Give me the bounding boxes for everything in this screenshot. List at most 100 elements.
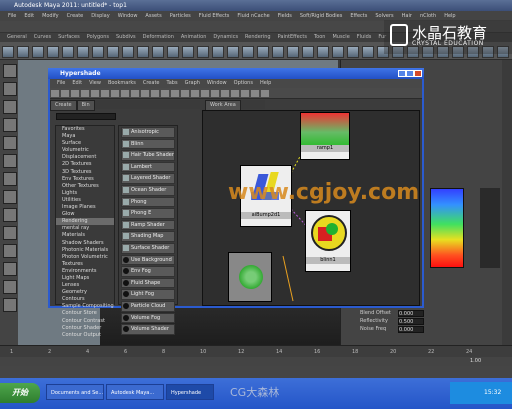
shelf-tool-icon[interactable]	[62, 46, 74, 58]
tree-item[interactable]: Lenses	[56, 282, 114, 289]
tree-item[interactable]: 2D Textures	[56, 161, 114, 168]
shelf-tab[interactable]: Dynamics	[213, 33, 238, 42]
create-node-item[interactable]: Light Fog	[121, 289, 175, 300]
toolbar-icon[interactable]	[221, 90, 229, 97]
tool-icon[interactable]	[3, 244, 17, 258]
taskbar-item[interactable]: Autodesk Maya...	[106, 384, 164, 400]
toolbar-icon[interactable]	[131, 90, 139, 97]
menu-item[interactable]: Fields	[278, 11, 292, 21]
attr-field[interactable]: 0.500	[398, 318, 424, 325]
range-slider[interactable]: 1.00	[0, 357, 512, 366]
node-texture[interactable]	[228, 252, 272, 302]
toolbar-icon[interactable]	[51, 90, 59, 97]
tree-item[interactable]: Sample Compositing	[56, 303, 114, 310]
close-icon[interactable]	[414, 70, 422, 77]
shelf-tab[interactable]: General	[7, 33, 27, 42]
toolbar-icon[interactable]	[261, 90, 269, 97]
create-node-item[interactable]: Hair Tube Shader	[121, 150, 175, 161]
shelf-tab[interactable]: Muscle	[332, 33, 349, 42]
menu-item[interactable]: Options	[234, 79, 253, 88]
menu-item[interactable]: Help	[260, 79, 271, 88]
start-button[interactable]: 开始	[0, 383, 40, 403]
menu-item[interactable]: Particles	[170, 11, 191, 21]
node-ramp[interactable]: ramp1	[300, 112, 350, 160]
create-node-item[interactable]: Lambert	[121, 161, 175, 173]
menu-item[interactable]: Soft/Rigid Bodies	[300, 11, 342, 21]
menu-item[interactable]: Edit	[24, 11, 34, 21]
shelf-tab[interactable]: Toon	[314, 33, 326, 42]
toolbar-icon[interactable]	[231, 90, 239, 97]
tree-item[interactable]: Photonic Materials	[56, 247, 114, 254]
toolbar-icon[interactable]	[61, 90, 69, 97]
toolbar-icon[interactable]	[201, 90, 209, 97]
shelf-tool-icon[interactable]	[167, 46, 179, 58]
tab-create[interactable]: Create	[50, 100, 77, 111]
toolbar-icon[interactable]	[71, 90, 79, 97]
shelf-tab[interactable]: Polygons	[87, 33, 109, 42]
tree-item[interactable]: Contour Output	[56, 332, 114, 339]
create-node-item[interactable]: Volume Shader	[121, 324, 175, 335]
create-node-item[interactable]: Phong	[121, 196, 175, 208]
shelf-tool-icon[interactable]	[287, 46, 299, 58]
toolbar-icon[interactable]	[241, 90, 249, 97]
toolbar-icon[interactable]	[161, 90, 169, 97]
tool-icon[interactable]	[3, 190, 17, 204]
shelf-tool-icon[interactable]	[107, 46, 119, 58]
shelf-tool-icon[interactable]	[92, 46, 104, 58]
shelf-tab[interactable]: Curves	[34, 33, 51, 42]
shelf-tool-icon[interactable]	[212, 46, 224, 58]
tool-icon[interactable]	[3, 262, 17, 276]
tree-item[interactable]: Glow	[56, 211, 114, 218]
tool-icon[interactable]	[3, 82, 17, 96]
menu-item[interactable]: File	[8, 11, 16, 21]
toolbar-icon[interactable]	[211, 90, 219, 97]
shelf-tab[interactable]: Rendering	[245, 33, 271, 42]
create-node-item[interactable]: Anisotropic	[121, 127, 175, 138]
tree-item[interactable]: Displacement	[56, 154, 114, 161]
tree-item[interactable]: Rendering	[56, 218, 114, 226]
maximize-icon[interactable]	[406, 70, 414, 77]
toolbar-icon[interactable]	[141, 90, 149, 97]
shelf-tool-icon[interactable]	[17, 46, 29, 58]
toolbar-icon[interactable]	[191, 90, 199, 97]
menu-item[interactable]: View	[89, 79, 101, 88]
menu-item[interactable]: Tabs	[167, 79, 178, 88]
tree-item[interactable]: Photon Volumetric	[56, 254, 114, 261]
tree-item[interactable]: Materials	[56, 232, 114, 239]
menu-item[interactable]: Bookmarks	[108, 79, 136, 88]
toolbar-icon[interactable]	[121, 90, 129, 97]
shelf-tool-icon[interactable]	[137, 46, 149, 58]
tree-item[interactable]: Volumetric	[56, 147, 114, 154]
create-node-item[interactable]: Volume Fog	[121, 312, 175, 324]
attr-field[interactable]: 0.000	[398, 310, 424, 317]
command-line[interactable]	[0, 366, 512, 378]
create-node-item[interactable]: Use Background	[121, 254, 175, 266]
toolbar-icon[interactable]	[251, 90, 259, 97]
tree-item[interactable]: Geometry	[56, 289, 114, 296]
shelf-tool-icon[interactable]	[302, 46, 314, 58]
tab-bin[interactable]: Bin	[76, 100, 95, 111]
shelf-tab[interactable]: PaintEffects	[278, 33, 307, 42]
menu-item[interactable]: Effects	[350, 11, 367, 21]
tool-icon[interactable]	[3, 208, 17, 222]
shelf-tool-icon[interactable]	[257, 46, 269, 58]
menu-item[interactable]: Window	[207, 79, 227, 88]
tree-item[interactable]: Image Planes	[56, 204, 114, 211]
shelf-tab[interactable]: Deformation	[143, 33, 174, 42]
menu-item[interactable]: Modify	[42, 11, 59, 21]
shelf-tool-icon[interactable]	[77, 46, 89, 58]
menu-item[interactable]: Create	[143, 79, 160, 88]
shelf-tool-icon[interactable]	[47, 46, 59, 58]
shelf-tool-icon[interactable]	[197, 46, 209, 58]
attr-field[interactable]: 0.000	[398, 326, 424, 333]
tree-item[interactable]: Textures	[56, 261, 114, 268]
shelf-tab[interactable]: Surfaces	[58, 33, 80, 42]
tree-item[interactable]: Contour Contrast	[56, 318, 114, 325]
search-input[interactable]	[56, 113, 116, 120]
menu-item[interactable]: File	[57, 79, 65, 88]
toolbar-icon[interactable]	[101, 90, 109, 97]
menu-item[interactable]: Fluid nCache	[237, 11, 269, 21]
create-node-item[interactable]: Surface Shader	[121, 242, 175, 254]
create-node-item[interactable]: Particle Cloud	[121, 300, 175, 312]
tool-icon[interactable]	[3, 136, 17, 150]
